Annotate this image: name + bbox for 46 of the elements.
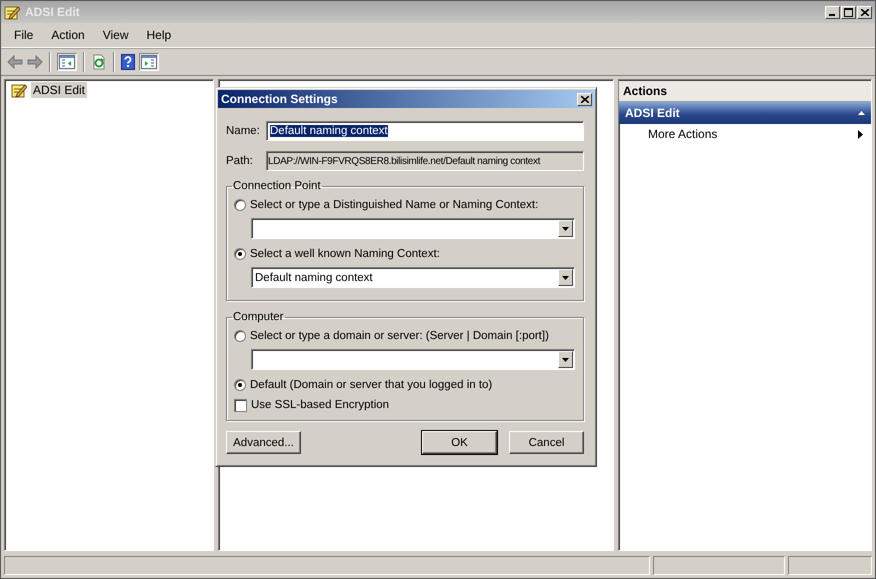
close-icon[interactable]	[857, 6, 872, 18]
group-label: Connection Point	[232, 180, 322, 192]
dialog-button[interactable]: Advanced...	[226, 431, 301, 454]
help-icon[interactable]	[121, 54, 135, 70]
name-field[interactable]: Default naming context	[266, 121, 584, 141]
radio-button[interactable]	[234, 330, 246, 342]
menu-item[interactable]: File	[5, 26, 42, 44]
menu-item[interactable]: Action	[42, 26, 94, 44]
option-label: Select or type a domain or server: (Server | Domain [:port])	[250, 330, 549, 342]
combo-box[interactable]: Default naming context	[251, 267, 575, 288]
collapse-arrow-icon[interactable]	[858, 111, 865, 115]
group-label: Computer	[232, 311, 284, 323]
maximize-icon[interactable]	[841, 6, 856, 18]
minimize-icon[interactable]	[825, 6, 840, 18]
radio-button[interactable]	[234, 199, 246, 211]
option-label: Select or type a Distinguished Name or Naming Context:	[250, 199, 538, 211]
app-icon	[4, 4, 20, 20]
forward-arrow-icon[interactable]	[27, 54, 43, 68]
actions-header: Actions	[619, 81, 871, 102]
option-label: Select a well known Naming Context:	[250, 248, 440, 260]
submenu-arrow-icon	[858, 130, 863, 138]
actions-section-header[interactable]: ADSI Edit	[619, 102, 871, 124]
refresh-icon[interactable]	[91, 54, 107, 70]
radio-button[interactable]	[234, 248, 246, 260]
field-label: Name:	[226, 125, 260, 137]
checkbox[interactable]	[234, 398, 247, 412]
menu-item[interactable]: View	[94, 26, 138, 44]
dialog-button[interactable]: Cancel	[509, 431, 584, 454]
close-icon[interactable]	[577, 92, 592, 106]
console-tree-toggle-icon[interactable]	[57, 52, 77, 70]
action-pane-toggle-icon[interactable]	[139, 52, 159, 70]
field-label: Path:	[226, 155, 254, 167]
dialog-button[interactable]: OK	[422, 431, 497, 454]
option-label: Default (Domain or server that you logged in to)	[250, 379, 492, 391]
dialog-title: Connection Settings	[221, 92, 338, 106]
action-link[interactable]: More Actions	[648, 127, 718, 141]
tree-node-icon	[11, 82, 27, 98]
combo-box[interactable]	[251, 349, 575, 370]
path-field: LDAP://WIN-F9FVRQS8ER8.bilisimlife.net/Default naming context	[266, 151, 584, 171]
combo-box[interactable]	[251, 218, 575, 239]
tree-item[interactable]: ADSI Edit	[31, 82, 88, 98]
window-title: ADSI Edit	[25, 5, 81, 19]
checkbox-label: Use SSL-based Encryption	[251, 399, 390, 411]
menu-item[interactable]: Help	[138, 26, 180, 44]
back-arrow-icon[interactable]	[7, 54, 23, 68]
radio-button[interactable]	[234, 379, 246, 391]
